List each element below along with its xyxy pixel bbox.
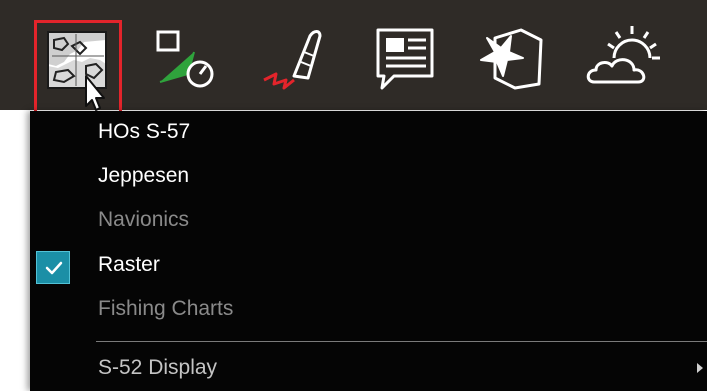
waypoint-navigation-icon [156,30,214,88]
toolbar [0,0,707,114]
app-stage: HOs S-57 Jeppesen Navionics Raster Fishi… [0,0,707,391]
chart-map-icon [47,31,107,111]
weather-button[interactable] [580,22,660,98]
checkmark-icon [45,261,63,275]
charts-dropdown-menu: HOs S-57 Jeppesen Navionics Raster Fishi… [30,111,707,391]
menu-item-navionics: Navionics [30,199,707,243]
info-panel-icon [376,28,434,90]
checkmark-box [36,251,70,284]
submenu-arrow-icon [697,363,703,373]
menu-item-jeppesen[interactable]: Jeppesen [30,155,707,199]
info-button[interactable] [368,22,448,98]
menu-item-hos-s57[interactable]: HOs S-57 [30,111,707,155]
menu-item-label: Jeppesen [98,164,190,187]
menu-item-label: Navionics [98,208,190,231]
overlay-star-icon [480,28,543,90]
weather-sun-cloud-icon [586,26,660,84]
menu-item-label: Raster [98,253,160,276]
overlay-button[interactable] [475,22,555,98]
navigation-button[interactable] [148,22,228,98]
menu-item-fishing-charts: Fishing Charts [30,288,707,332]
boat-route-icon [263,30,322,90]
menu-item-raster[interactable]: Raster [30,244,707,288]
charts-button[interactable] [34,20,122,114]
menu-item-label: HOs S-57 [98,120,191,143]
menu-item-label: Fishing Charts [98,297,234,320]
menu-divider [96,341,707,342]
menu-item-s52-display[interactable]: S-52 Display [30,347,707,391]
menu-item-label: S-52 Display [98,356,218,379]
route-button[interactable] [260,22,340,98]
